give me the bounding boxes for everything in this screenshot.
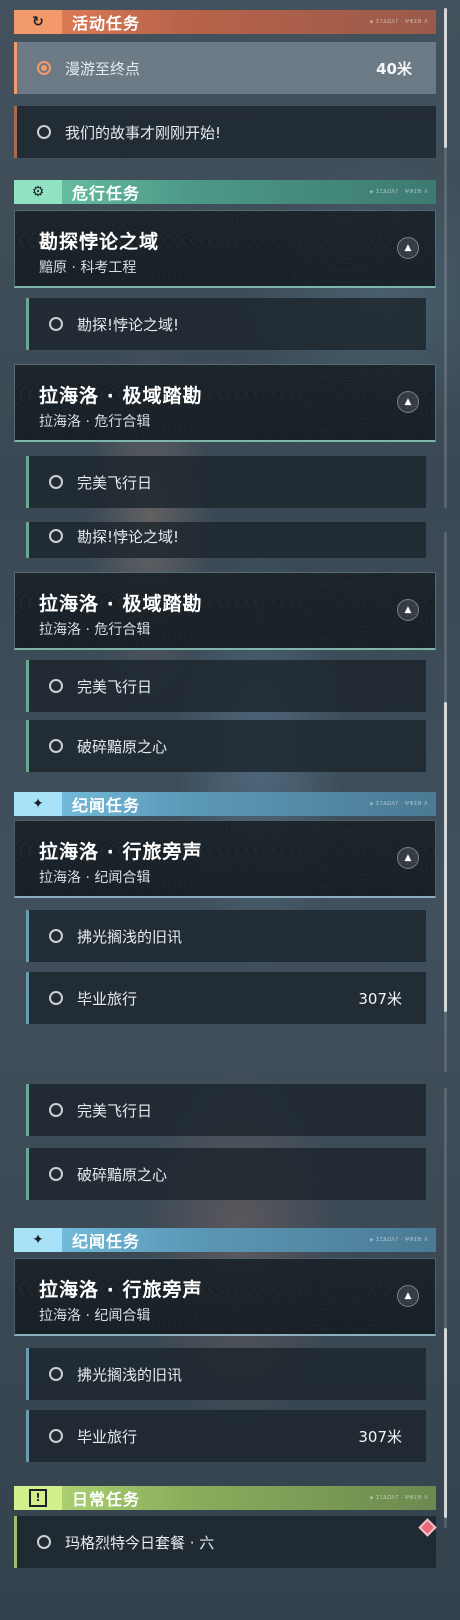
expand-up-icon[interactable]: ▲ xyxy=(397,391,419,413)
quest-row-graduation[interactable]: 毕业旅行 307米 xyxy=(26,972,426,1024)
quest-label: 拂光搁浅的旧讯 xyxy=(77,1365,183,1384)
card-title: 勘探悖论之域 xyxy=(39,231,160,253)
exclamation-icon: ! xyxy=(14,1486,62,1510)
quest-card-lahailuo[interactable]: 拉海洛 · 极域踏勘 拉海洛 · 危行合辑 ▲ xyxy=(14,364,436,442)
quest-card-travel[interactable]: 拉海洛 · 行旅旁声 拉海洛 · 纪闻合辑 ▲ xyxy=(14,820,436,898)
quest-panel-2: 勘探!悖论之域! 拉海洛 · 极域踏勘 拉海洛 · 危行合辑 ▲ 完美飞行日 破… xyxy=(0,522,460,1082)
expand-up-icon[interactable]: ▲ xyxy=(397,599,419,621)
quest-label: 漫游至终点 xyxy=(65,59,141,78)
radio-icon xyxy=(49,929,63,943)
radio-icon xyxy=(49,1367,63,1381)
quest-row-shatter[interactable]: 破碎黯原之心 xyxy=(26,1148,426,1200)
radio-icon xyxy=(49,739,63,753)
card-subtitle: 拉海洛 · 纪闻合辑 xyxy=(39,870,151,886)
quest-row-old-news[interactable]: 拂光搁浅的旧讯 xyxy=(26,1348,426,1400)
card-subtitle: 黯原 · 科考工程 xyxy=(39,260,137,276)
quest-distance: 307米 xyxy=(358,989,402,1008)
scroll-thumb[interactable] xyxy=(444,8,447,148)
quest-row-graduation[interactable]: 毕业旅行 307米 xyxy=(26,1410,426,1462)
refresh-icon: ↻ xyxy=(14,10,62,34)
radio-icon xyxy=(37,1535,51,1549)
quest-panel-3: 完美飞行日 破碎黯原之心 ✦ 纪闻任务 ◈ ΣΞΔΩΛΓ · ΨΦΣΘ Λ 拉海… xyxy=(0,1082,460,1620)
expand-up-icon[interactable]: ▲ xyxy=(397,847,419,869)
category-title: 纪闻任务 xyxy=(72,796,141,815)
quest-label: 完美飞行日 xyxy=(77,677,153,696)
card-title: 拉海洛 · 行旅旁声 xyxy=(39,841,203,863)
exclamation-glyph: ! xyxy=(29,1489,47,1507)
category-title: 纪闻任务 xyxy=(72,1232,141,1251)
quest-row-daily-meal[interactable]: 玛格烈特今日套餐 · 六 xyxy=(14,1516,436,1568)
quest-label: 勘探!悖论之域! xyxy=(77,527,180,546)
sparkle-icon: ✦ xyxy=(14,792,62,816)
category-header-active[interactable]: ↻ 活动任务 ◈ ΣΞΔΩΛΓ · ΨΦΣΘ Λ xyxy=(14,10,436,34)
category-deco-text: ◈ ΣΞΔΩΛΓ · ΨΦΣΘ Λ xyxy=(369,1495,428,1501)
card-subtitle: 拉海洛 · 危行合辑 xyxy=(39,414,151,430)
quest-label: 毕业旅行 xyxy=(77,1427,138,1446)
quest-row-wander[interactable]: 漫游至终点 40米 xyxy=(14,42,436,94)
scroll-thumb[interactable] xyxy=(444,702,447,1012)
category-deco-text: ◈ ΣΞΔΩΛΓ · ΨΦΣΘ Λ xyxy=(369,189,428,195)
category-deco-text: ◈ ΣΞΔΩΛΓ · ΨΦΣΘ Λ xyxy=(369,19,428,25)
quest-label: 破碎黯原之心 xyxy=(77,737,168,756)
category-header-record[interactable]: ✦ 纪闻任务 ◈ ΣΞΔΩΛΓ · ΨΦΣΘ Λ xyxy=(14,1228,436,1252)
category-deco-text: ◈ ΣΞΔΩΛΓ · ΨΦΣΘ Λ xyxy=(369,801,428,807)
quest-card-travel[interactable]: 拉海洛 · 行旅旁声 拉海洛 · 纪闻合辑 ▲ xyxy=(14,1258,436,1336)
quest-row-old-news[interactable]: 拂光搁浅的旧讯 xyxy=(26,910,426,962)
card-title: 拉海洛 · 极域踏勘 xyxy=(39,593,203,615)
radio-icon xyxy=(49,1167,63,1181)
quest-label: 完美飞行日 xyxy=(77,473,153,492)
expand-up-icon[interactable]: ▲ xyxy=(397,1285,419,1307)
expand-up-icon[interactable]: ▲ xyxy=(397,237,419,259)
quest-label: 我们的故事才刚刚开始! xyxy=(65,123,222,142)
radio-selected-icon xyxy=(37,61,51,75)
radio-icon xyxy=(49,529,63,543)
card-subtitle: 拉海洛 · 纪闻合辑 xyxy=(39,1308,151,1324)
quest-row-perfect-flight[interactable]: 完美飞行日 xyxy=(26,456,426,508)
radio-icon xyxy=(49,1429,63,1443)
quest-row-explore[interactable]: 勘探!悖论之域! xyxy=(26,298,426,350)
category-header-daily[interactable]: ! 日常任务 ◈ ΣΞΔΩΛΓ · ΨΦΣΘ Λ xyxy=(14,1486,436,1510)
card-subtitle: 拉海洛 · 危行合辑 xyxy=(39,622,151,638)
radio-icon xyxy=(49,475,63,489)
radio-icon xyxy=(49,991,63,1005)
category-title: 日常任务 xyxy=(72,1490,141,1509)
category-header-danger[interactable]: ⚙ 危行任务 ◈ ΣΞΔΩΛΓ · ΨΦΣΘ Λ xyxy=(14,180,436,204)
quest-label: 玛格烈特今日套餐 · 六 xyxy=(65,1533,215,1552)
category-header-record[interactable]: ✦ 纪闻任务 ◈ ΣΞΔΩΛΓ · ΨΦΣΘ Λ xyxy=(14,792,436,816)
quest-label: 拂光搁浅的旧讯 xyxy=(77,927,183,946)
scroll-thumb[interactable] xyxy=(444,1328,447,1518)
sparkle-icon: ✦ xyxy=(14,1228,62,1252)
quest-distance: 307米 xyxy=(358,1427,402,1446)
radio-icon xyxy=(49,679,63,693)
scrollbar[interactable] xyxy=(444,8,447,508)
quest-row-story[interactable]: 我们的故事才刚刚开始! xyxy=(14,106,436,158)
category-title: 危行任务 xyxy=(72,184,141,203)
quest-row-explore[interactable]: 勘探!悖论之域! xyxy=(26,522,426,558)
scrollbar[interactable] xyxy=(444,1088,447,1528)
category-title: 活动任务 xyxy=(72,14,141,33)
quest-row-shatter[interactable]: 破碎黯原之心 xyxy=(26,720,426,772)
quest-row-perfect-flight[interactable]: 完美飞行日 xyxy=(26,660,426,712)
quest-row-perfect-flight[interactable]: 完美飞行日 xyxy=(26,1084,426,1136)
quest-label: 毕业旅行 xyxy=(77,989,138,1008)
quest-label: 破碎黯原之心 xyxy=(77,1165,168,1184)
scrollbar[interactable] xyxy=(444,532,447,1072)
category-deco-text: ◈ ΣΞΔΩΛΓ · ΨΦΣΘ Λ xyxy=(369,1237,428,1243)
quest-card-explore[interactable]: 勘探悖论之域 黯原 · 科考工程 ▲ xyxy=(14,210,436,288)
quest-card-lahailuo[interactable]: 拉海洛 · 极域踏勘 拉海洛 · 危行合辑 ▲ xyxy=(14,572,436,650)
quest-panel-1: ↻ 活动任务 ◈ ΣΞΔΩΛΓ · ΨΦΣΘ Λ 漫游至终点 40米 我们的故事… xyxy=(0,0,460,522)
quest-distance: 40米 xyxy=(376,59,412,78)
card-title: 拉海洛 · 行旅旁声 xyxy=(39,1279,203,1301)
radio-icon xyxy=(49,317,63,331)
gear-icon: ⚙ xyxy=(14,180,62,204)
quest-label: 完美飞行日 xyxy=(77,1101,153,1120)
card-title: 拉海洛 · 极域踏勘 xyxy=(39,385,203,407)
quest-label: 勘探!悖论之域! xyxy=(77,315,180,334)
radio-icon xyxy=(49,1103,63,1117)
radio-icon xyxy=(37,125,51,139)
